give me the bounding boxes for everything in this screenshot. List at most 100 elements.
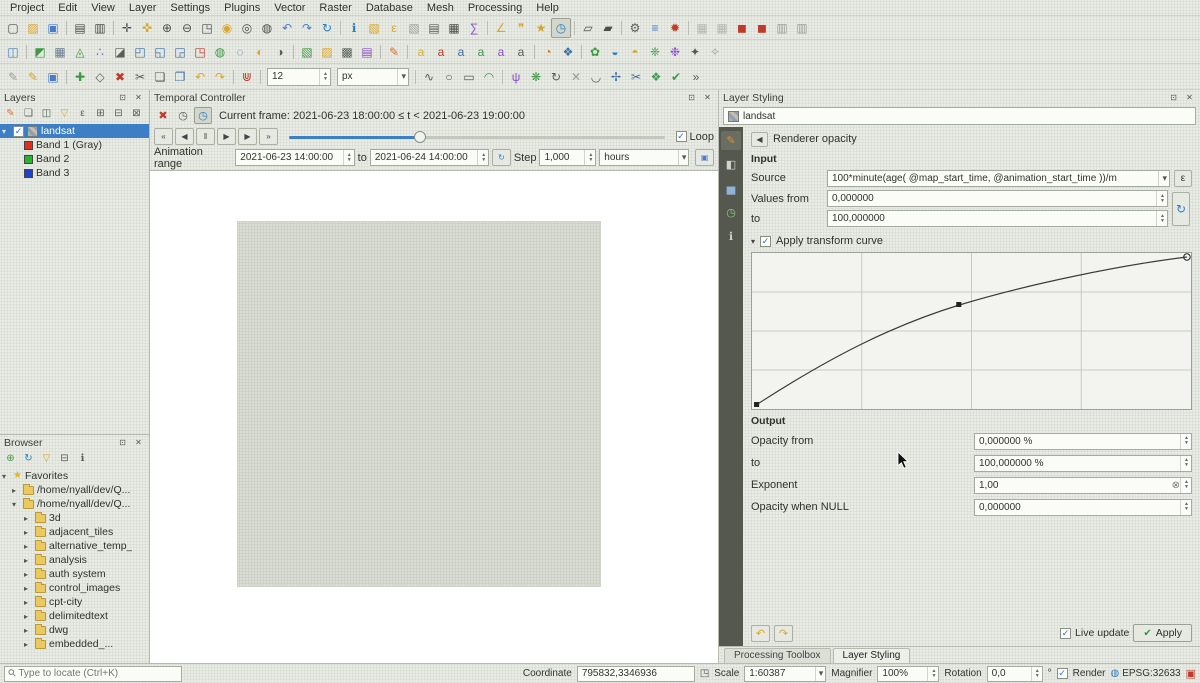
- slider-handle[interactable]: [414, 131, 426, 143]
- vertex-tool-button[interactable]: ◇: [90, 67, 110, 87]
- plugin-tool-button-3[interactable]: ✦: [685, 42, 705, 62]
- float-panel-icon[interactable]: ⊡: [116, 437, 129, 448]
- styling-layer-combo[interactable]: landsat: [723, 107, 1196, 125]
- browser-collapse-button[interactable]: ⊟: [56, 451, 73, 467]
- python-console-button[interactable]: ≡: [645, 18, 665, 38]
- select-by-expression-button[interactable]: ε: [384, 18, 404, 38]
- tracing-button[interactable]: ◠: [479, 67, 499, 87]
- step-unit-combo[interactable]: hours: [599, 149, 689, 166]
- zoom-in-button[interactable]: ⊕: [157, 18, 177, 38]
- scale-combo[interactable]: 1:60387: [744, 666, 826, 682]
- float-panel-icon[interactable]: ⊡: [116, 92, 129, 103]
- paste-features-button[interactable]: ❐: [170, 67, 190, 87]
- style-manager-button[interactable]: ✎: [384, 42, 404, 62]
- map-canvas[interactable]: [150, 171, 718, 663]
- coordinate-field[interactable]: [577, 666, 695, 682]
- record-tool-button-1[interactable]: ◼: [732, 18, 752, 38]
- delete-selected-button[interactable]: ✖: [110, 67, 130, 87]
- spin-buttons[interactable]: [1156, 211, 1165, 226]
- browser-item[interactable]: ▸ /home/nyall/dev/Q...: [0, 483, 149, 497]
- redo-style-button[interactable]: ↷: [774, 625, 793, 642]
- shape-circle-button[interactable]: ○: [439, 67, 459, 87]
- identify-button[interactable]: ℹ: [344, 18, 364, 38]
- vector-merge-button[interactable]: ❋: [526, 67, 546, 87]
- manage-themes-button[interactable]: ◫: [38, 106, 55, 122]
- zoom-out-button[interactable]: ⊖: [177, 18, 197, 38]
- magnifier-field[interactable]: 100%: [877, 666, 939, 682]
- menu-item[interactable]: Edit: [51, 1, 84, 15]
- caret-icon[interactable]: ▸: [24, 542, 32, 551]
- spin-buttons[interactable]: [1180, 456, 1189, 471]
- browser-item[interactable]: ▸ analysis: [0, 553, 149, 567]
- browser-item[interactable]: ▸ control_images: [0, 581, 149, 595]
- reshape-button[interactable]: ✢: [606, 67, 626, 87]
- chevron-down-icon[interactable]: [1158, 171, 1167, 186]
- new-geopackage-button[interactable]: ▧: [297, 42, 317, 62]
- osm-tools-button[interactable]: ◓: [625, 42, 645, 62]
- save-edits-button[interactable]: ▣: [43, 67, 63, 87]
- close-icon[interactable]: ✕: [132, 92, 145, 103]
- merge-attributes-button[interactable]: ❖: [646, 67, 666, 87]
- transform-curve-editor[interactable]: [751, 252, 1192, 410]
- loop-checkbox[interactable]: [676, 131, 687, 142]
- chevron-down-icon[interactable]: [815, 667, 824, 681]
- spin-buttons[interactable]: [1180, 478, 1189, 493]
- grayed-tool-button-1[interactable]: ▦: [692, 18, 712, 38]
- set-to-full-range-button[interactable]: ↻: [492, 149, 511, 166]
- browser-item[interactable]: ▸ cpt-city: [0, 595, 149, 609]
- rotate-feature-button[interactable]: ↻: [546, 67, 566, 87]
- menu-item[interactable]: Settings: [163, 1, 217, 15]
- expand-all-button[interactable]: ⊞: [92, 106, 109, 122]
- new-project-button[interactable]: ▢: [3, 18, 23, 38]
- open-project-button[interactable]: ▨: [23, 18, 43, 38]
- add-mssql-button[interactable]: ◲: [170, 42, 190, 62]
- caret-icon[interactable]: ▸: [24, 626, 32, 635]
- fixed-range-button[interactable]: ◷: [174, 107, 192, 124]
- browser-add-layers-button[interactable]: ⊕: [2, 451, 19, 467]
- data-source-manager-button[interactable]: ◫: [3, 42, 23, 62]
- rotation-field[interactable]: 0,0: [987, 666, 1043, 682]
- toggle-editing-button[interactable]: ✎: [23, 67, 43, 87]
- size-spinner[interactable]: 12: [267, 68, 331, 86]
- zoom-full-button[interactable]: ◳: [197, 18, 217, 38]
- value-field[interactable]: 0,000000 ⊗: [974, 499, 1192, 516]
- spin-buttons[interactable]: [319, 69, 328, 85]
- label-pin-button[interactable]: a: [491, 42, 511, 62]
- menu-item[interactable]: View: [84, 1, 122, 15]
- range-start-field[interactable]: [235, 149, 354, 166]
- plugin-tool-button-2[interactable]: ❉: [665, 42, 685, 62]
- value-field[interactable]: 100,000000 % ⊗: [974, 455, 1192, 472]
- tab-layer-styling[interactable]: Layer Styling: [833, 648, 911, 663]
- vector-split-button[interactable]: ψ: [506, 67, 526, 87]
- spin-buttons[interactable]: [927, 667, 936, 681]
- zoom-to-layer-button[interactable]: ◎: [237, 18, 257, 38]
- caret-icon[interactable]: ▾: [12, 500, 20, 509]
- new-spatialite-button[interactable]: ▩: [337, 42, 357, 62]
- chevron-down-icon[interactable]: [678, 150, 687, 165]
- copy-features-button[interactable]: ❏: [150, 67, 170, 87]
- transparency-tab-icon[interactable]: ◧: [721, 155, 741, 174]
- menu-item[interactable]: Plugins: [217, 1, 267, 15]
- value-field[interactable]: 0,000000 % ⊗: [974, 433, 1192, 450]
- band-item[interactable]: Band 3: [0, 166, 149, 180]
- zoom-to-selection-button[interactable]: ◉: [217, 18, 237, 38]
- caret-icon[interactable]: ▸: [24, 612, 32, 621]
- processing-toolbox-button[interactable]: ⚙: [625, 18, 645, 38]
- export-animation-button[interactable]: ▣: [695, 149, 714, 166]
- map-tips-button[interactable]: ❞: [511, 18, 531, 38]
- range-start-input[interactable]: [240, 152, 342, 163]
- spin-buttons[interactable]: [1180, 434, 1189, 449]
- browser-item[interactable]: ▸ adjacent_tiles: [0, 525, 149, 539]
- label-move-button[interactable]: a: [451, 42, 471, 62]
- close-icon[interactable]: ✕: [701, 92, 714, 103]
- tab-processing-toolbox[interactable]: Processing Toolbox: [724, 648, 831, 663]
- spin-buttons[interactable]: [343, 150, 352, 165]
- statistics-button[interactable]: ∑: [464, 18, 484, 38]
- new-print-layout-button[interactable]: ▤: [70, 18, 90, 38]
- float-panel-icon[interactable]: ⊡: [1167, 92, 1180, 103]
- pan-to-selection-button[interactable]: ✜: [137, 18, 157, 38]
- metadata-tab-icon[interactable]: ℹ: [721, 227, 741, 246]
- browser-item[interactable]: ▾ /home/nyall/dev/Q...: [0, 497, 149, 511]
- symbology-tab-icon[interactable]: ✎: [721, 131, 741, 150]
- grayed-tool-button-2[interactable]: ▦: [712, 18, 732, 38]
